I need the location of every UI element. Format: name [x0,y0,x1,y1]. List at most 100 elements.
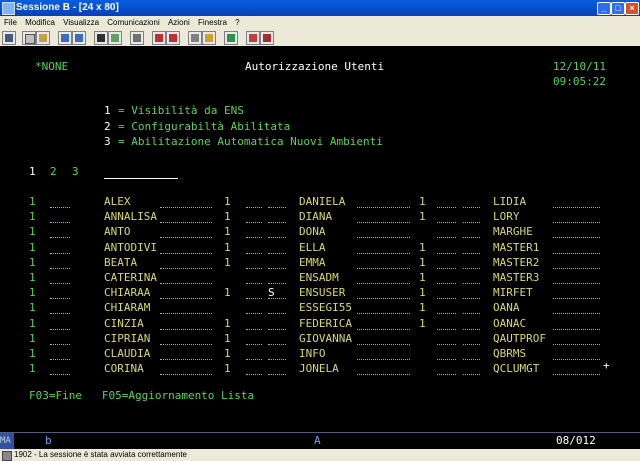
field-underline [50,374,70,376]
field-underline [50,207,70,208]
field-underline [437,359,456,360]
user-value-2[interactable]: 1 [419,256,426,269]
field-underline [246,343,262,345]
field-underline [437,298,456,300]
terminal-screen[interactable]: *NONE Autorizzazione Utenti 12/10/11 09:… [0,46,640,432]
user-value-1[interactable]: 1 [224,363,231,375]
macro-play-icon[interactable] [166,31,180,45]
field-underline [357,252,410,254]
field-underline [463,313,480,315]
user-value-2[interactable]: 1 [419,317,426,330]
row-selector[interactable]: 1 [29,332,36,345]
macro-stop-icon[interactable] [188,31,202,45]
maximize-button[interactable]: □ [611,2,625,15]
field-underline [357,222,410,224]
field-underline [268,298,286,300]
position-to-field[interactable] [104,178,178,179]
menu-help[interactable]: ? [235,18,239,27]
field-underline [437,267,456,269]
menu-file[interactable]: File [4,18,17,27]
user-value-1[interactable]: 1 [224,348,231,360]
user-name-2: ELLA [299,240,326,254]
field-underline [437,343,456,345]
send-icon[interactable] [58,31,72,45]
user-value-1[interactable]: 1 [224,196,231,208]
index-icon[interactable] [224,31,238,45]
field-underline [268,374,286,376]
user-name-2: DANIELA [299,195,346,208]
user-value-1[interactable]: 1 [224,332,231,345]
field-underline [463,359,480,360]
color-icon[interactable] [108,31,122,45]
user-value-1[interactable]: 1 [224,241,231,254]
user-name-3: OANAC [493,316,527,330]
field-underline [437,252,456,254]
user-name-1: CLAUDIA [104,347,151,360]
field-underline [553,374,600,376]
field-underline [160,343,212,345]
menu-azioni[interactable]: Azioni [168,18,190,27]
user-value-2[interactable]: 1 [419,287,426,299]
user-value-2[interactable]: 1 [419,196,426,208]
row-selector[interactable]: 1 [29,241,36,254]
legend-text-3: = Abilitazione Automatica Nuovi Ambienti [118,135,383,148]
row-selector[interactable]: 1 [29,196,36,208]
menu-comunicazioni[interactable]: Comunicazioni [107,18,159,27]
menu-visualizza[interactable]: Visualizza [63,18,99,27]
menu-modifica[interactable]: Modifica [25,18,55,27]
row-selector[interactable]: 1 [29,272,36,284]
help-icon[interactable] [246,31,260,45]
oia-status-bar: MA b A 08/012 [0,432,640,450]
screen-time: 09:05:22 [553,75,606,88]
field-underline [463,252,480,254]
legend-text-1: = Visibilità da ENS [118,104,244,117]
receive-icon[interactable] [72,31,86,45]
user-name-2: DONA [299,225,326,239]
user-value-1[interactable]: 1 [224,317,231,330]
info-icon[interactable] [260,31,274,45]
message-bar: 1902 - La sessione è stata avviata corre… [0,449,640,461]
user-value-2[interactable]: 1 [419,241,426,254]
user-value-2[interactable]: 1 [419,272,426,284]
field-underline [246,207,262,208]
field-underline [357,237,410,239]
minimize-button[interactable]: _ [597,2,611,15]
field-underline [357,374,410,376]
field-underline [268,267,286,269]
session-status-icon [2,451,12,461]
screen-date: 12/10/11 [553,60,606,73]
close-button[interactable]: × [625,2,639,15]
user-name-1: ALEX [104,195,131,208]
user-name-3: LIDIA [493,195,527,208]
field-underline [357,283,410,284]
macro-record-icon[interactable] [152,31,166,45]
field-underline [160,374,212,376]
user-value-1[interactable]: 1 [224,211,231,223]
user-value-2[interactable]: 1 [419,302,426,314]
row-selector[interactable]: 1 [29,348,36,360]
row-selector[interactable]: 1 [29,226,36,238]
user-value-2[interactable]: 1 [419,211,426,223]
row-selector[interactable]: 1 [29,302,36,314]
more-indicator: + [603,359,610,372]
keyboard-icon[interactable] [130,31,144,45]
user-value-1[interactable]: 1 [224,256,231,269]
display-icon[interactable] [94,31,108,45]
menu-finestra[interactable]: Finestra [198,18,227,27]
row-selector[interactable]: 1 [29,256,36,269]
field-underline [357,298,410,300]
row-selector[interactable]: 1 [29,287,36,299]
row-selector[interactable]: 1 [29,363,36,375]
support-icon[interactable] [202,31,216,45]
paste-icon[interactable] [36,31,50,45]
row-selector[interactable]: 1 [29,317,36,330]
user-name-2: INFO [299,347,326,360]
user-value-1[interactable]: 1 [224,226,231,238]
field-underline [553,359,600,360]
user-value-1[interactable]: 1 [224,287,231,299]
row-selector[interactable]: 1 [29,211,36,223]
copy-icon[interactable] [22,31,36,45]
cursor-position: 08/012 [556,434,596,447]
print-icon[interactable] [2,31,16,45]
status-mode: b [45,434,52,447]
